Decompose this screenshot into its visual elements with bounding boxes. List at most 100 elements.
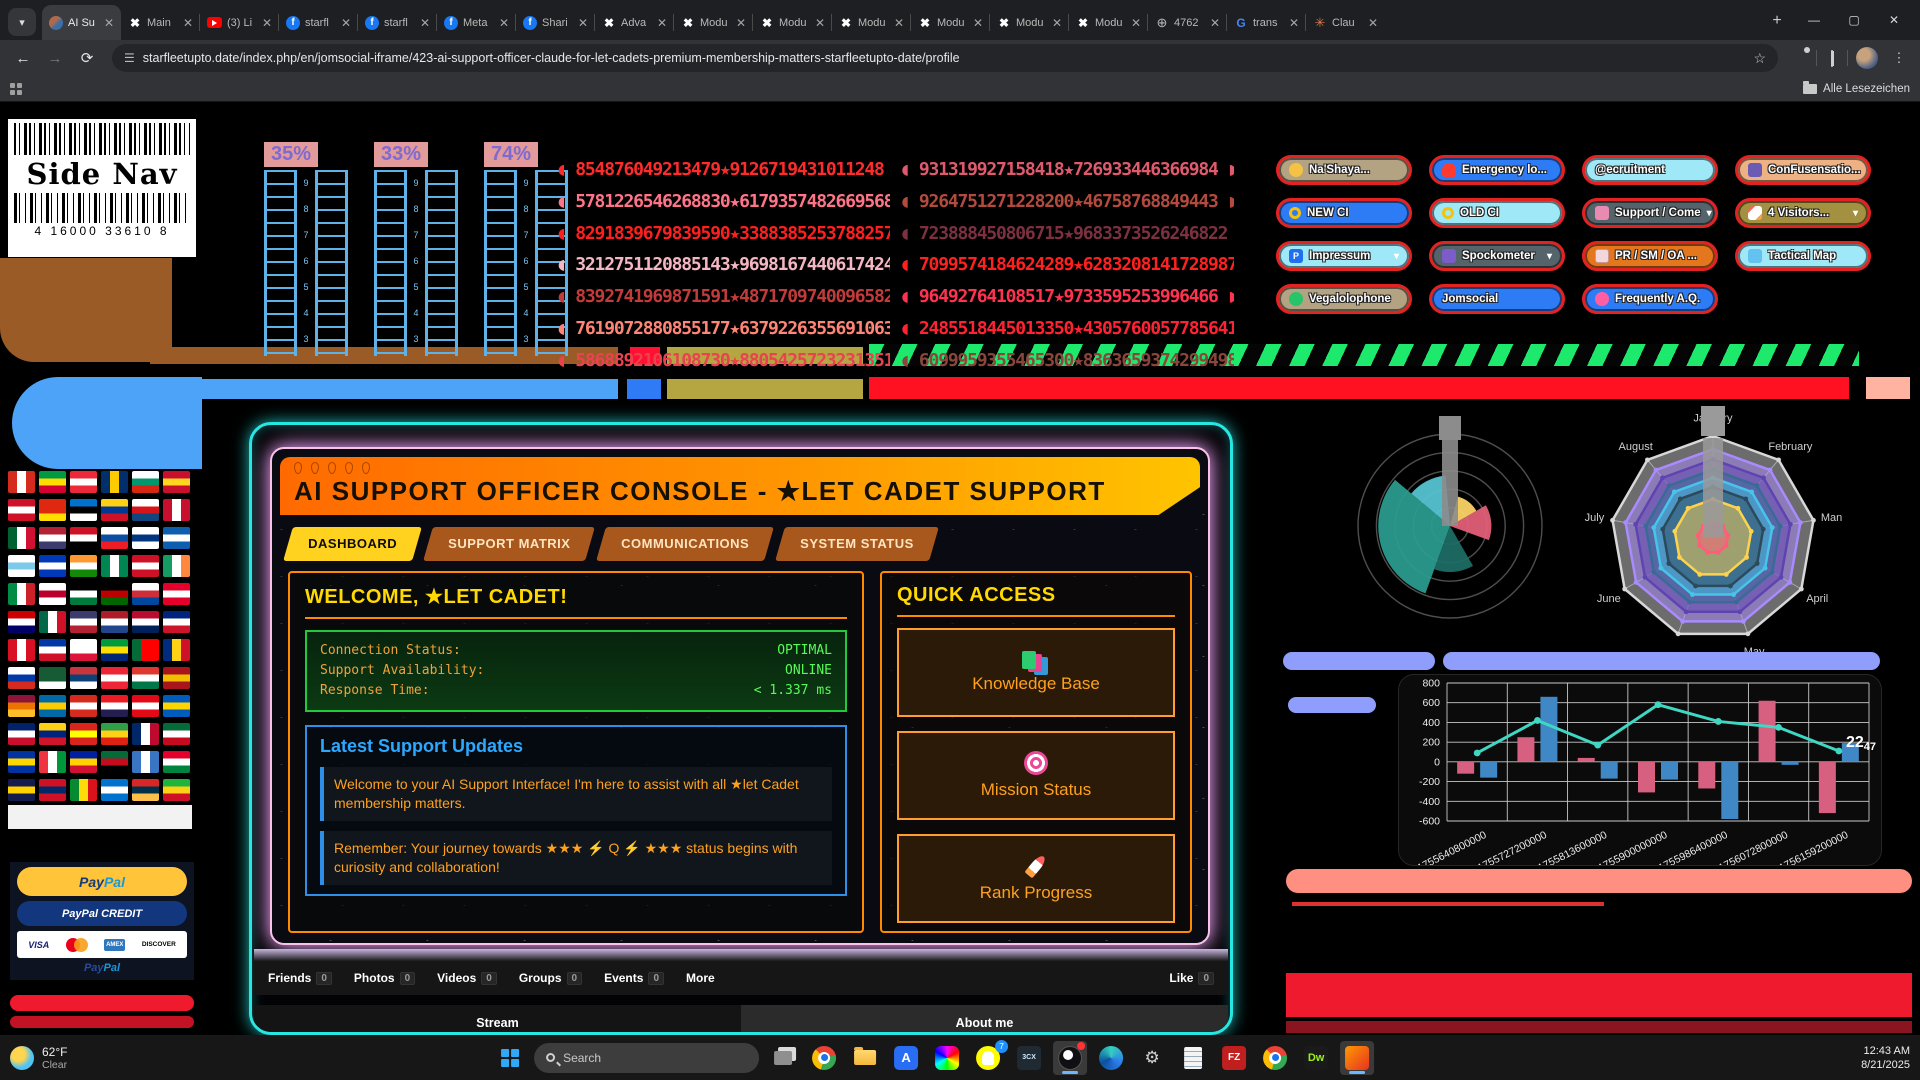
country-flag[interactable] — [163, 779, 190, 801]
nav-button[interactable]: Vegalolophone — [1276, 284, 1412, 314]
paypal-credit-button[interactable]: PayPal CREDIT — [17, 901, 187, 926]
country-flag[interactable] — [163, 527, 190, 549]
country-flag[interactable] — [70, 555, 97, 577]
country-flag[interactable] — [70, 639, 97, 661]
browser-tab[interactable]: Modu ✕ — [911, 5, 990, 40]
browser-tab[interactable]: Meta ✕ — [437, 5, 516, 40]
browser-tab[interactable]: Modu ✕ — [674, 5, 753, 40]
country-flag[interactable] — [8, 471, 35, 493]
browser-tab[interactable]: Modu ✕ — [990, 5, 1069, 40]
start-button[interactable] — [493, 1041, 527, 1075]
taskbar-app-icon[interactable]: Dw — [1299, 1041, 1333, 1075]
country-flag[interactable] — [163, 499, 190, 521]
nav-button[interactable]: Support / Come ▾ — [1582, 198, 1718, 228]
all-bookmarks-button[interactable]: Alle Lesezeichen — [1803, 83, 1910, 95]
browser-tab[interactable]: 4762 ✕ — [1148, 5, 1227, 40]
taskbar-app-icon[interactable]: FZ — [1217, 1041, 1251, 1075]
country-flag[interactable] — [39, 751, 66, 773]
country-flag[interactable] — [39, 527, 66, 549]
country-flag[interactable] — [70, 751, 97, 773]
country-flag[interactable] — [8, 751, 35, 773]
paypal-checkout-button[interactable]: PayPal — [17, 867, 187, 896]
country-flag[interactable] — [132, 555, 159, 577]
minimize-button[interactable]: — — [1794, 5, 1834, 35]
country-flag[interactable] — [163, 639, 190, 661]
country-flag[interactable] — [8, 667, 35, 689]
country-flag[interactable] — [163, 751, 190, 773]
country-flag[interactable] — [132, 667, 159, 689]
console-tab[interactable]: SYSTEM STATUS — [776, 527, 939, 561]
country-flag[interactable] — [39, 639, 66, 661]
profile-tab[interactable]: Stream — [254, 1005, 741, 1035]
tab-close-icon[interactable]: ✕ — [973, 16, 983, 30]
browser-tab[interactable]: Modu ✕ — [1069, 5, 1148, 40]
country-flag[interactable] — [70, 667, 97, 689]
country-flag[interactable] — [132, 583, 159, 605]
taskbar-app-icon[interactable] — [1094, 1041, 1128, 1075]
country-flag[interactable] — [70, 695, 97, 717]
console-tab[interactable]: SUPPORT MATRIX — [423, 527, 595, 561]
apps-grid-icon[interactable] — [10, 83, 22, 95]
taskbar-app-icon[interactable]: 7 — [971, 1041, 1005, 1075]
profile-avatar[interactable] — [1856, 47, 1878, 69]
country-flag[interactable] — [101, 583, 128, 605]
country-flag[interactable] — [8, 639, 35, 661]
country-flag[interactable] — [39, 611, 66, 633]
console-tab[interactable]: COMMUNICATIONS — [596, 527, 774, 561]
nav-button[interactable]: Tactical Map — [1735, 241, 1871, 271]
country-flag[interactable] — [101, 695, 128, 717]
tab-close-icon[interactable]: ✕ — [499, 16, 509, 30]
taskbar-app-icon[interactable] — [807, 1041, 841, 1075]
country-flag[interactable] — [8, 555, 35, 577]
nav-button[interactable]: OLD CI — [1429, 198, 1565, 228]
nav-button[interactable]: 4 Visitors... ▾ — [1735, 198, 1871, 228]
reading-list-icon[interactable] — [1819, 51, 1845, 66]
country-flag[interactable] — [163, 611, 190, 633]
tab-close-icon[interactable]: ✕ — [657, 16, 667, 30]
country-flag[interactable] — [8, 611, 35, 633]
country-flag[interactable] — [132, 471, 159, 493]
country-flag[interactable] — [101, 527, 128, 549]
country-flag[interactable] — [163, 583, 190, 605]
social-link[interactable]: Events 0 — [604, 971, 664, 985]
taskbar-clock[interactable]: 12:43 AM 8/21/2025 — [1861, 1035, 1910, 1080]
browser-tab[interactable]: starfl ✕ — [279, 5, 358, 40]
taskbar-app-icon[interactable] — [1340, 1041, 1374, 1075]
taskbar-app-icon[interactable]: ⚙ — [1135, 1041, 1169, 1075]
country-flag[interactable] — [8, 723, 35, 745]
country-flag[interactable] — [8, 527, 35, 549]
country-flag[interactable] — [8, 583, 35, 605]
social-link[interactable]: Friends 0 — [268, 971, 332, 985]
country-flag[interactable] — [132, 695, 159, 717]
country-flag[interactable] — [39, 695, 66, 717]
country-flag[interactable] — [70, 723, 97, 745]
address-bar[interactable]: ☰ starfleetupto.date/index.php/en/jomsoc… — [112, 44, 1778, 72]
nav-button[interactable]: Emergency lo... — [1429, 155, 1565, 185]
browser-tab[interactable]: Shari ✕ — [516, 5, 595, 40]
profile-tab[interactable]: About me — [741, 1005, 1228, 1035]
tab-search-button[interactable]: ▾ — [8, 8, 36, 36]
tab-close-icon[interactable]: ✕ — [578, 16, 588, 30]
new-tab-button[interactable]: + — [1764, 8, 1790, 34]
country-flag[interactable] — [39, 471, 66, 493]
country-flag[interactable] — [101, 779, 128, 801]
country-flag[interactable] — [39, 499, 66, 521]
country-flag[interactable] — [70, 611, 97, 633]
country-flag[interactable] — [132, 779, 159, 801]
browser-tab[interactable]: Modu ✕ — [832, 5, 911, 40]
country-flag[interactable] — [132, 723, 159, 745]
browser-tab[interactable]: Clau ✕ — [1306, 5, 1385, 40]
country-flag[interactable] — [8, 499, 35, 521]
tab-close-icon[interactable]: ✕ — [104, 16, 114, 30]
url-text[interactable]: starfleetupto.date/index.php/en/jomsocia… — [143, 51, 1746, 65]
country-flag[interactable] — [39, 583, 66, 605]
social-link[interactable]: Groups 0 — [519, 971, 582, 985]
bookmark-star-icon[interactable]: ☆ — [1753, 50, 1766, 67]
extensions-puzzle-icon[interactable] — [1788, 51, 1814, 66]
country-flag[interactable] — [101, 471, 128, 493]
tab-close-icon[interactable]: ✕ — [420, 16, 430, 30]
browser-tab[interactable]: Adva ✕ — [595, 5, 674, 40]
country-flag[interactable] — [132, 639, 159, 661]
browser-tab[interactable]: Modu ✕ — [753, 5, 832, 40]
country-flag[interactable] — [39, 667, 66, 689]
